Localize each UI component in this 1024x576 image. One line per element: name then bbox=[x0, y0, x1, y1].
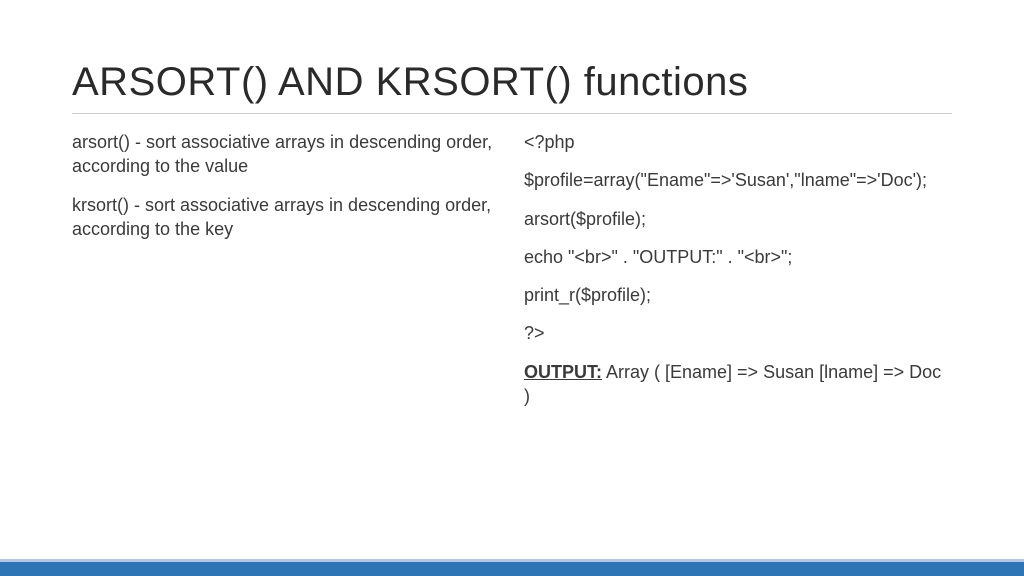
code-line-4: echo "<br>" . "OUTPUT:" . "<br>"; bbox=[524, 245, 952, 269]
output-line: OUTPUT: Array ( [Ename] => Susan [lname]… bbox=[524, 360, 952, 409]
footer-accent-bar bbox=[0, 562, 1024, 576]
right-column: <?php $profile=array("Ename"=>'Susan',"l… bbox=[524, 130, 952, 422]
code-line-6: ?> bbox=[524, 321, 952, 345]
slide-container: ARSORT() AND KRSORT() functions arsort()… bbox=[0, 0, 1024, 442]
output-label: OUTPUT: bbox=[524, 362, 602, 382]
code-line-3: arsort($profile); bbox=[524, 207, 952, 231]
arsort-description: arsort() - sort associative arrays in de… bbox=[72, 130, 500, 179]
code-line-5: print_r($profile); bbox=[524, 283, 952, 307]
slide-title: ARSORT() AND KRSORT() functions bbox=[72, 60, 952, 114]
code-line-1: <?php bbox=[524, 130, 952, 154]
content-columns: arsort() - sort associative arrays in de… bbox=[72, 130, 952, 422]
krsort-description: krsort() - sort associative arrays in de… bbox=[72, 193, 500, 242]
code-line-2: $profile=array("Ename"=>'Susan',"lname"=… bbox=[524, 168, 952, 192]
left-column: arsort() - sort associative arrays in de… bbox=[72, 130, 500, 422]
